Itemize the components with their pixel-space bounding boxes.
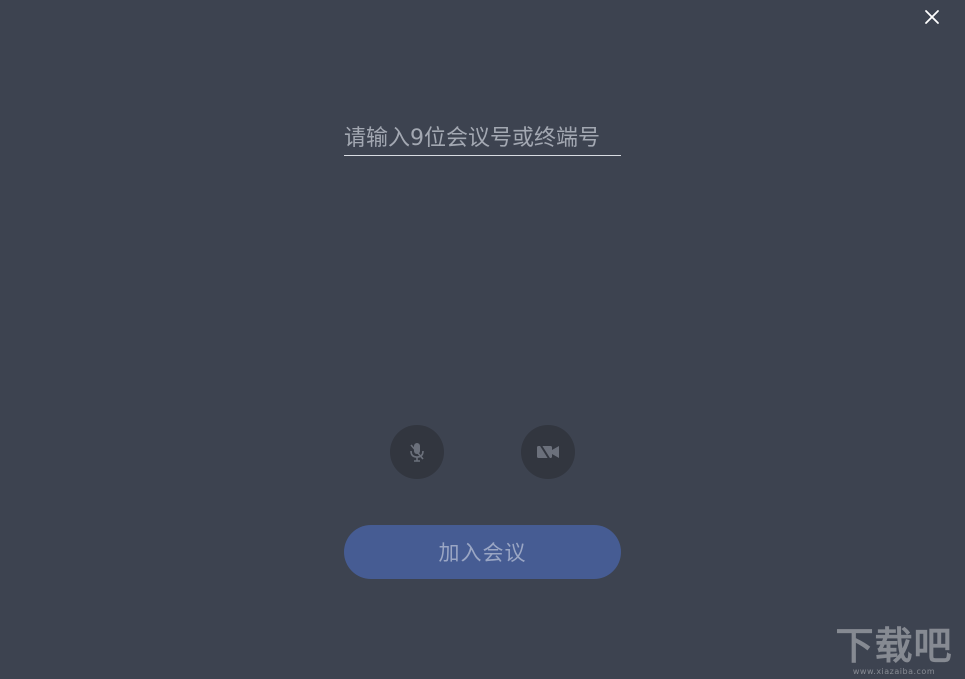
close-icon [925, 10, 939, 24]
camera-toggle-button[interactable] [521, 425, 575, 479]
camera-off-icon [537, 443, 559, 461]
join-meeting-window: 加入会议 下载吧 www.xiazaiba.com [0, 0, 965, 679]
watermark-url: www.xiazaiba.com [852, 667, 936, 676]
mic-muted-icon [410, 443, 424, 462]
microphone-toggle-button[interactable] [390, 425, 444, 479]
meeting-number-input[interactable] [344, 122, 621, 156]
watermark-logo: 下载吧 www.xiazaiba.com [827, 625, 961, 677]
watermark-text: 下载吧 [835, 624, 953, 668]
close-button[interactable] [923, 8, 941, 26]
join-meeting-button[interactable]: 加入会议 [344, 525, 621, 579]
